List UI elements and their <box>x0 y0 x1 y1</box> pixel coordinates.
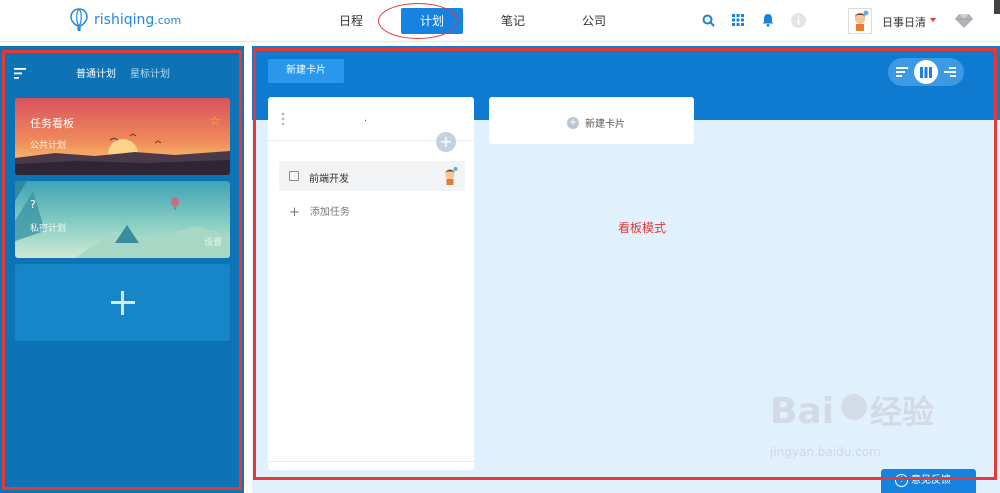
balloon-logo-icon <box>70 8 88 31</box>
nav-company[interactable]: 公司 <box>563 8 625 34</box>
view-switcher <box>888 58 964 86</box>
feedback-button[interactable]: ! 意见反馈 <box>881 469 976 493</box>
username[interactable]: 日事日清 <box>882 14 926 30</box>
user-avatar[interactable] <box>848 8 872 34</box>
drag-handle-icon[interactable] <box>281 111 285 130</box>
new-card-column-label: 新建卡片 <box>585 119 625 130</box>
new-card-button[interactable]: 新建卡片 <box>268 59 344 83</box>
task-item[interactable]: 前端开发 <box>279 161 465 191</box>
feedback-label: 意见反馈 <box>911 475 951 486</box>
star-icon[interactable]: ☆ <box>209 114 221 129</box>
add-task-link[interactable]: + 添加任务 <box>289 203 350 220</box>
card-subtitle: 公共计划 <box>30 141 67 151</box>
landscape-illustration <box>15 181 230 258</box>
scrollbar-edge <box>994 0 1000 14</box>
baidu-watermark: Bai 经验 <box>770 385 940 442</box>
top-navigation-bar: rishiqing.com 日程 计划 笔记 公司 日事日清 <box>0 0 1000 42</box>
nav-notes[interactable]: 笔记 <box>482 8 544 34</box>
app-logo[interactable]: rishiqing.com <box>70 8 181 32</box>
board-column: . + 前端开发 + 添加任务 <box>268 97 474 470</box>
info-icon[interactable] <box>790 12 806 28</box>
svg-text:Bai: Bai <box>770 391 834 432</box>
header-icons <box>700 12 820 28</box>
plan-card-task-board[interactable]: 任务看板 公共计划 ☆ <box>15 98 230 175</box>
add-task-label: 添加任务 <box>309 207 350 218</box>
plan-card-private[interactable]: ? 私密计划 设置 <box>15 181 230 258</box>
menu-icon[interactable] <box>14 64 28 83</box>
card-subtitle: 私密计划 <box>30 224 67 234</box>
new-card-column[interactable]: + 新建卡片 <box>489 97 694 144</box>
card-settings-link[interactable]: 设置 <box>204 235 222 248</box>
nav-schedule[interactable]: 日程 <box>320 8 382 34</box>
plus-circle-icon: + <box>567 116 579 129</box>
column-footer-divider <box>268 461 474 462</box>
grid-icon[interactable] <box>730 12 746 28</box>
assignee-avatar <box>441 166 459 186</box>
add-plan-button[interactable] <box>15 264 230 341</box>
kanban-mode-annotation: 看板模式 <box>618 221 667 235</box>
plus-icon: + <box>289 205 300 220</box>
tab-starred-plans[interactable]: 星标计划 <box>130 65 170 80</box>
list-view-icon[interactable] <box>890 60 914 84</box>
task-checkbox[interactable] <box>289 171 299 181</box>
add-task-circle-button[interactable]: + <box>436 132 456 152</box>
highlight-circle <box>378 3 458 39</box>
card-title: ? <box>30 198 36 211</box>
main-nav: 日程 计划 笔记 公司 <box>320 8 644 34</box>
kanban-view-icon[interactable] <box>914 60 938 84</box>
feedback-icon: ! <box>895 474 908 487</box>
watermark-subtext: jingyan.baidu.com <box>770 445 881 459</box>
bell-icon[interactable] <box>760 12 776 28</box>
card-title: 任务看板 <box>30 117 74 130</box>
column-title[interactable]: . <box>364 113 367 124</box>
task-name: 前端开发 <box>309 174 349 185</box>
logo-text: rishiqing.com <box>94 12 182 28</box>
search-icon[interactable] <box>700 12 716 28</box>
dropdown-caret-icon[interactable] <box>930 18 936 22</box>
sunset-illustration <box>15 98 230 175</box>
diamond-icon[interactable] <box>955 13 973 32</box>
timeline-view-icon[interactable] <box>938 60 962 84</box>
tab-normal-plans[interactable]: 普通计划 <box>76 65 116 80</box>
svg-text:经验: 经验 <box>870 393 934 431</box>
